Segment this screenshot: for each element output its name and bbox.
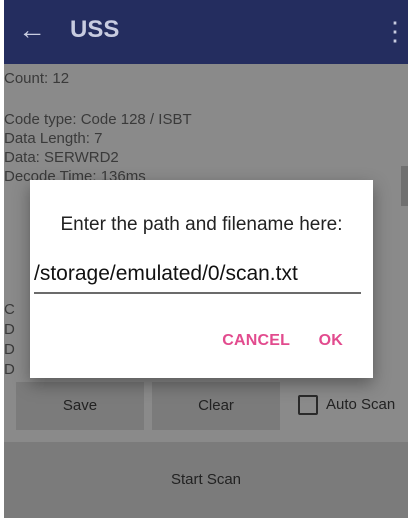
action-row: Save Clear Auto Scan [4,382,408,430]
info-line-data: Data: SERWRD2 [4,149,119,166]
dialog-title: Enter the path and filename here: [60,214,343,235]
scan-info: Code type: Code 128 / ISBT Data Length: … [4,110,192,186]
ok-button[interactable]: OK [307,332,355,350]
clear-button[interactable]: Clear [152,382,280,430]
count-label: Count: 12 [4,70,70,87]
auto-scan-checkbox[interactable] [298,395,318,415]
scrollbar[interactable] [401,166,408,206]
start-scan-button[interactable]: Start Scan [4,442,408,518]
path-input[interactable]: /storage/emulated/0/scan.txt [34,262,361,286]
app-bar: ← USS ⋮ [4,0,408,64]
hidden-line-2: D [4,321,15,338]
save-button[interactable]: Save [16,382,144,430]
overflow-menu-button[interactable]: ⋮ [382,14,408,48]
app-title: USS [70,16,120,43]
back-button[interactable]: ← [18,14,50,46]
arrow-left-icon: ← [18,14,46,45]
hidden-line-4: D [4,361,15,378]
hidden-line-1: C [4,301,15,318]
save-path-dialog: Enter the path and filename here: /stora… [30,180,373,378]
more-vertical-icon: ⋮ [382,16,408,46]
dialog-actions: CANCEL OK [210,332,355,350]
info-line-code-type: Code type: Code 128 / ISBT [4,111,192,128]
partially-hidden-lines: C D D D [4,300,15,380]
cancel-button[interactable]: CANCEL [210,332,302,350]
auto-scan-label: Auto Scan [326,396,396,413]
hidden-line-3: D [4,341,15,358]
info-line-data-length: Data Length: 7 [4,130,103,147]
path-input-underline [34,292,361,294]
